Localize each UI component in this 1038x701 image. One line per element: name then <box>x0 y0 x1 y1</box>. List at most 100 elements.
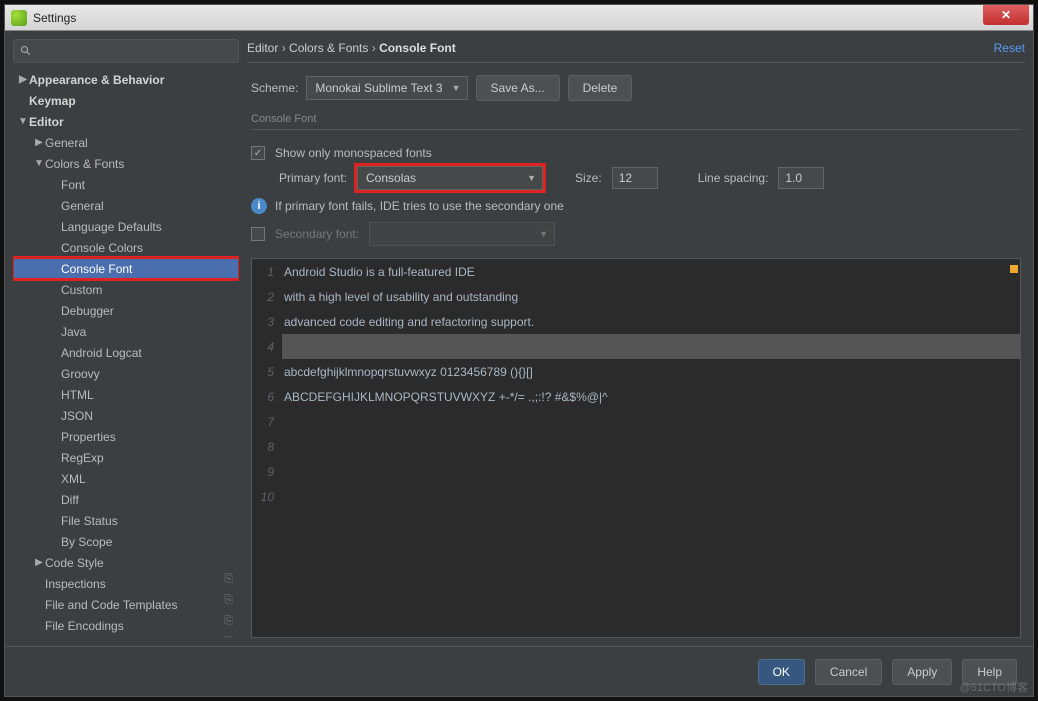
tree-item-label: General <box>45 136 88 150</box>
sidebar-item-xml[interactable]: XML <box>13 468 239 489</box>
sidebar-item-colors-fonts[interactable]: ▼Colors & Fonts <box>13 153 239 174</box>
sidebar-item-editor[interactable]: ▼Editor <box>13 111 239 132</box>
tree-item-label: JSON <box>61 409 93 423</box>
line-spacing-label: Line spacing: <box>698 171 769 185</box>
tree-item-label: File Status <box>61 514 118 528</box>
sidebar-item-console-colors[interactable]: Console Colors <box>13 237 239 258</box>
show-mono-checkbox[interactable]: ✓ <box>251 146 265 160</box>
line-number: 6 <box>252 390 282 404</box>
sidebar-item-keymap[interactable]: Keymap <box>13 90 239 111</box>
sidebar-item-groovy[interactable]: Groovy <box>13 363 239 384</box>
preview-line: 5abcdefghijklmnopqrstuvwxyz 0123456789 (… <box>252 359 1020 384</box>
breadcrumb-editor[interactable]: Editor <box>247 41 278 55</box>
sidebar-item-console-font[interactable]: Console Font <box>13 258 239 279</box>
settings-window: Settings ✕ ▶Appearance & BehaviorKeymap▼… <box>4 4 1034 697</box>
tree-item-label: Font <box>61 178 85 192</box>
app-icon <box>11 10 27 26</box>
line-number: 7 <box>252 415 282 429</box>
primary-font-select[interactable]: Consolas ▼ <box>357 166 543 190</box>
apply-button[interactable]: Apply <box>892 659 952 685</box>
tree-item-label: Inspections <box>45 577 106 591</box>
line-number: 10 <box>252 490 282 504</box>
sidebar-item-file-encodings[interactable]: File Encodings <box>13 615 239 636</box>
tree-item-label: Custom <box>61 283 102 297</box>
breadcrumb: Editor › Colors & Fonts › Console Font R… <box>247 39 1025 63</box>
tree-arrow-icon: ▼ <box>33 158 45 169</box>
tree-item-label: Console Font <box>61 262 132 276</box>
tree-item-label: Editor <box>29 115 64 129</box>
sidebar-item-language-defaults[interactable]: Language Defaults <box>13 216 239 237</box>
sidebar-item-inspections[interactable]: Inspections <box>13 573 239 594</box>
save-as-button[interactable]: Save As... <box>476 75 560 101</box>
search-icon <box>20 45 32 57</box>
tree-item-label: Diff <box>61 493 79 507</box>
titlebar: Settings ✕ <box>5 5 1033 31</box>
sidebar-item-general[interactable]: ▶General <box>13 132 239 153</box>
tree-item-label: Keymap <box>29 94 76 108</box>
fieldset-legend: Console Font <box>251 113 1021 125</box>
close-button[interactable]: ✕ <box>983 5 1029 25</box>
sidebar-item-font[interactable]: Font <box>13 174 239 195</box>
search-input[interactable] <box>13 39 239 63</box>
footer: OK Cancel Apply Help <box>5 646 1033 696</box>
size-input[interactable] <box>612 167 658 189</box>
sidebar-item-properties[interactable]: Properties <box>13 426 239 447</box>
tree-item-label: Java <box>61 325 86 339</box>
line-number: 9 <box>252 465 282 479</box>
sidebar-item-by-scope[interactable]: By Scope <box>13 531 239 552</box>
line-spacing-input[interactable] <box>778 167 824 189</box>
code-text: abcdefghijklmnopqrstuvwxyz 0123456789 ()… <box>284 365 533 379</box>
breadcrumb-colors-fonts[interactable]: Colors & Fonts <box>289 41 368 55</box>
sidebar-item-debugger[interactable]: Debugger <box>13 300 239 321</box>
sidebar-item-code-style[interactable]: ▶Code Style <box>13 552 239 573</box>
breadcrumb-console-font: Console Font <box>379 41 456 55</box>
cancel-button[interactable]: Cancel <box>815 659 882 685</box>
chevron-down-icon: ▼ <box>539 229 548 239</box>
sidebar-item-regexp[interactable]: RegExp <box>13 447 239 468</box>
line-number: 8 <box>252 440 282 454</box>
tree-item-label: XML <box>61 472 86 486</box>
chevron-down-icon: ▼ <box>527 173 536 183</box>
sidebar-item-custom[interactable]: Custom <box>13 279 239 300</box>
secondary-font-label: Secondary font: <box>275 227 359 241</box>
sidebar-item-diff[interactable]: Diff <box>13 489 239 510</box>
sidebar-item-html[interactable]: HTML <box>13 384 239 405</box>
chevron-down-icon: ▼ <box>452 83 461 93</box>
tree-arrow-icon: ▶ <box>33 137 45 148</box>
tree-item-label: RegExp <box>61 451 104 465</box>
tree-item-label: Properties <box>61 430 116 444</box>
ok-button[interactable]: OK <box>758 659 805 685</box>
tree-item-label: Groovy <box>61 367 100 381</box>
tree-item-label: Android Logcat <box>61 346 142 360</box>
scheme-label: Scheme: <box>251 81 298 95</box>
secondary-font-checkbox[interactable] <box>251 227 265 241</box>
sidebar-item-general[interactable]: General <box>13 195 239 216</box>
preview-line: 6ABCDEFGHIJKLMNOPQRSTUVWXYZ +-*/= .,;:!?… <box>252 384 1020 409</box>
sidebar-item-json[interactable]: JSON <box>13 405 239 426</box>
tree-item-label: Appearance & Behavior <box>29 73 164 87</box>
code-text: Android Studio is a full-featured IDE <box>284 265 475 279</box>
preview-line: 1Android Studio is a full-featured IDE <box>252 259 1020 284</box>
tree-item-label: By Scope <box>61 535 112 549</box>
settings-tree[interactable]: ▶Appearance & BehaviorKeymap▼Editor▶Gene… <box>13 69 239 638</box>
tree-item-label: File Encodings <box>45 619 124 633</box>
preview-line: 9 <box>252 459 1020 484</box>
main-panel: Editor › Colors & Fonts › Console Font R… <box>247 39 1025 638</box>
sidebar-item-file-and-code-templates[interactable]: File and Code Templates <box>13 594 239 615</box>
sidebar-item-file-status[interactable]: File Status <box>13 510 239 531</box>
sidebar-item-android-logcat[interactable]: Android Logcat <box>13 342 239 363</box>
primary-font-value: Consolas <box>366 171 416 185</box>
tree-item-label: Language Defaults <box>61 220 162 234</box>
scheme-select[interactable]: Monokai Sublime Text 3 ▼ <box>306 76 467 100</box>
preview-line: 8 <box>252 434 1020 459</box>
reset-link[interactable]: Reset <box>994 41 1025 55</box>
delete-button[interactable]: Delete <box>568 75 633 101</box>
font-preview: 1Android Studio is a full-featured IDE2w… <box>251 258 1021 638</box>
preview-line: 7 <box>252 409 1020 434</box>
line-number: 4 <box>252 340 282 354</box>
sidebar-item-appearance-behavior[interactable]: ▶Appearance & Behavior <box>13 69 239 90</box>
tree-item-label: File and Code Templates <box>45 598 178 612</box>
sidebar-item-java[interactable]: Java <box>13 321 239 342</box>
tree-arrow-icon: ▶ <box>17 74 29 85</box>
scheme-value: Monokai Sublime Text 3 <box>315 81 442 95</box>
